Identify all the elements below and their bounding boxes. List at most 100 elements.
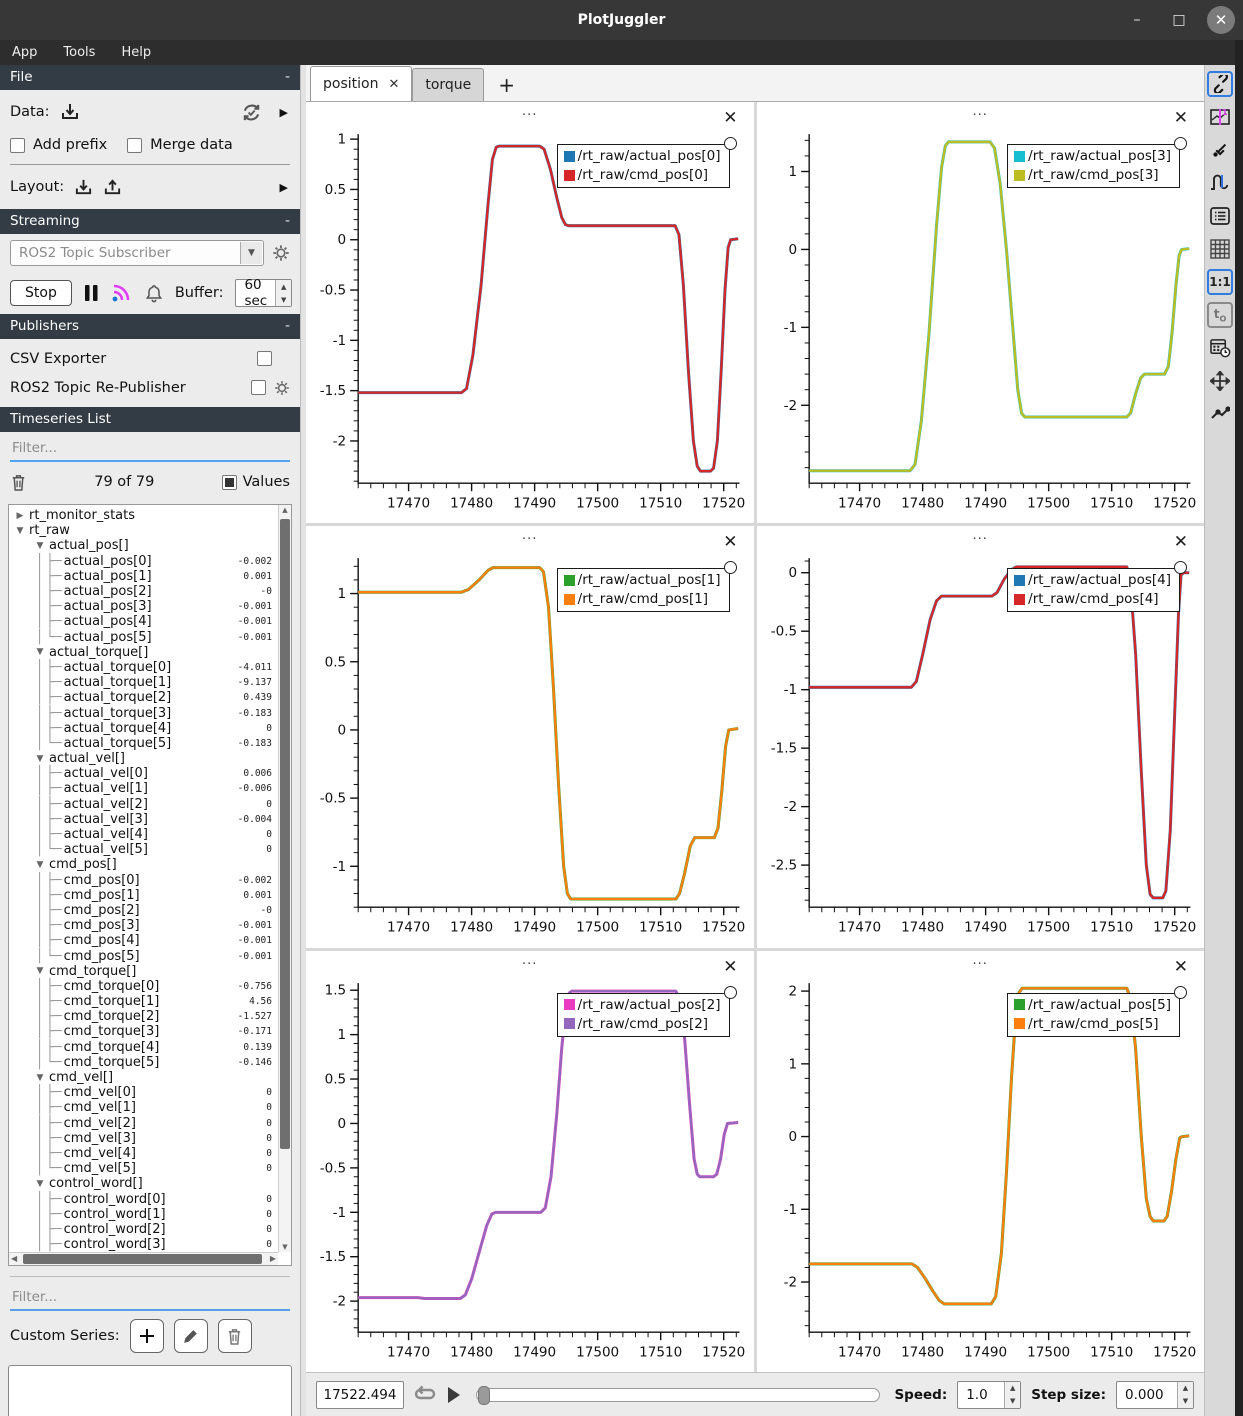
publishers-section-header[interactable]: Publishers -	[0, 314, 300, 339]
tree-row[interactable]: │├─actual_torque[0]-4.011	[9, 660, 278, 675]
legend-entry[interactable]: /rt_raw/cmd_pos[1]	[564, 591, 721, 607]
tree-label[interactable]: actual_pos[2]	[62, 584, 152, 599]
tree-row[interactable]: │├─actual_vel[0]0.006	[9, 766, 278, 781]
plot-2[interactable]: 10-1-2174701748017490175001751017520...✕…	[757, 102, 1205, 523]
collapse-icon[interactable]: ▼	[33, 966, 47, 976]
tree-label[interactable]: cmd_pos[4]	[62, 933, 140, 948]
tree-row[interactable]: │├─cmd_torque[0]-0.756	[9, 979, 278, 994]
plot-close-icon[interactable]: ✕	[723, 534, 737, 551]
plot-menu-dots[interactable]: ...	[306, 528, 754, 543]
buffer-spinbox[interactable]: 60 sec ▲▼	[235, 279, 292, 307]
plot-close-icon[interactable]: ✕	[1174, 534, 1188, 551]
tree-label[interactable]: control_word[0]	[62, 1192, 166, 1207]
plot-legend[interactable]: /rt_raw/actual_pos[3]/rt_raw/cmd_pos[3]	[1007, 144, 1180, 188]
tree-row[interactable]: │├─cmd_vel[3]0	[9, 1131, 278, 1146]
step-size-spinbox[interactable]: 0.000 ▲▼	[1116, 1381, 1194, 1409]
tree-label[interactable]: control_word[3]	[62, 1237, 166, 1252]
tree-row[interactable]: │├─actual_pos[4]-0.001	[9, 614, 278, 629]
plot-close-icon[interactable]: ✕	[1174, 110, 1188, 127]
plot-legend[interactable]: /rt_raw/actual_pos[0]/rt_raw/cmd_pos[0]	[557, 144, 730, 188]
tree-row[interactable]: │└─cmd_torque[5]-0.146	[9, 1055, 278, 1070]
tree-row[interactable]: │├─cmd_torque[3]-0.171	[9, 1024, 278, 1039]
legend-entry[interactable]: /rt_raw/actual_pos[4]	[1014, 572, 1171, 588]
tab-position[interactable]: position ✕	[310, 66, 412, 101]
tree-label[interactable]: actual_vel[4]	[62, 827, 148, 842]
tree-row[interactable]: │└─actual_vel[5]0	[9, 842, 278, 857]
tree-row[interactable]: │├─cmd_pos[3]-0.001	[9, 918, 278, 933]
plot-close-icon[interactable]: ✕	[723, 959, 737, 976]
legend-detach-handle[interactable]	[1174, 137, 1187, 150]
plot-menu-dots[interactable]: ...	[757, 528, 1205, 543]
tree-row[interactable]: ▼cmd_pos[]	[9, 857, 278, 872]
tree-label[interactable]: cmd_pos[]	[47, 857, 117, 872]
tree-label[interactable]: cmd_torque[]	[47, 964, 136, 979]
tree-label[interactable]: cmd_torque[2]	[62, 1009, 160, 1024]
tree-row[interactable]: │├─control_word[3]0	[9, 1237, 278, 1252]
grid-view-icon[interactable]	[1207, 236, 1233, 262]
tree-row[interactable]: ▼actual_torque[]	[9, 645, 278, 660]
menu-app[interactable]: App	[12, 45, 37, 60]
tree-label[interactable]: actual_torque[3]	[62, 706, 172, 721]
tree-row[interactable]: │├─actual_pos[2]-0	[9, 584, 278, 599]
legend-entry[interactable]: /rt_raw/cmd_pos[2]	[564, 1016, 721, 1032]
tree-row[interactable]: │├─actual_pos[0]-0.002	[9, 554, 278, 569]
tree-row[interactable]: │├─actual_vel[4]0	[9, 827, 278, 842]
tree-row[interactable]: │├─cmd_torque[1]4.56	[9, 994, 278, 1009]
tree-label[interactable]: cmd_torque[5]	[62, 1055, 160, 1070]
tree-row[interactable]: │├─actual_torque[1]-9.137	[9, 675, 278, 690]
current-time-field[interactable]: 17522.494	[316, 1381, 404, 1409]
collapse-icon[interactable]: ▼	[33, 1073, 47, 1083]
tree-label[interactable]: actual_torque[1]	[62, 675, 172, 690]
clear-list-trash-icon[interactable]	[10, 473, 27, 492]
streaming-settings-gear-icon[interactable]	[272, 244, 290, 262]
tree-row[interactable]: ▼rt_raw	[9, 523, 278, 538]
tree-label[interactable]: actual_pos[0]	[62, 554, 152, 569]
ratio-1-1-icon[interactable]: 1:1	[1207, 269, 1233, 295]
tree-label[interactable]: cmd_vel[3]	[62, 1131, 136, 1146]
plot-legend[interactable]: /rt_raw/actual_pos[1]/rt_raw/cmd_pos[1]	[557, 568, 730, 612]
tree-row[interactable]: │├─actual_pos[3]-0.001	[9, 599, 278, 614]
tree-label[interactable]: cmd_pos[0]	[62, 873, 140, 888]
legend-entry[interactable]: /rt_raw/cmd_pos[5]	[1014, 1016, 1171, 1032]
timeline-slider-handle[interactable]	[478, 1386, 490, 1405]
delete-custom-series-button[interactable]	[218, 1319, 252, 1353]
tree-label[interactable]: actual_torque[4]	[62, 721, 172, 736]
tree-horizontal-scrollbar[interactable]: ◀▶	[9, 1252, 278, 1265]
pan-view-icon[interactable]	[1207, 368, 1233, 394]
tree-label[interactable]: actual_pos[]	[47, 538, 129, 553]
maximize-button[interactable]: □	[1165, 6, 1193, 34]
custom-series-list[interactable]	[8, 1365, 292, 1416]
menu-tools[interactable]: Tools	[63, 45, 95, 60]
layout-menu-arrow-icon[interactable]: ▶	[280, 181, 290, 194]
plot-1[interactable]: 10.50-0.5-1-1.5-217470174801749017500175…	[306, 102, 754, 523]
tree-vertical-scrollbar[interactable]: ▲▼	[278, 505, 291, 1252]
spin-down-icon[interactable]: ▼	[1178, 1395, 1193, 1408]
tree-row[interactable]: │├─cmd_torque[2]-1.527	[9, 1009, 278, 1024]
timeseries-filter-input[interactable]: Filter...	[10, 438, 290, 462]
tree-label[interactable]: actual_pos[1]	[62, 569, 152, 584]
tree-label[interactable]: cmd_pos[2]	[62, 903, 140, 918]
legend-entry[interactable]: /rt_raw/actual_pos[3]	[1014, 148, 1171, 164]
expand-icon[interactable]: ▶	[13, 511, 27, 521]
tree-label[interactable]: cmd_vel[]	[47, 1070, 113, 1085]
tree-label[interactable]: actual_vel[1]	[62, 781, 148, 796]
legend-entry[interactable]: /rt_raw/actual_pos[2]	[564, 997, 721, 1013]
tree-label[interactable]: cmd_pos[3]	[62, 918, 140, 933]
save-layout-icon[interactable]	[103, 178, 122, 197]
tree-row[interactable]: │├─actual_vel[2]0	[9, 797, 278, 812]
add-tab-button[interactable]: +	[484, 73, 529, 97]
tree-row[interactable]: │├─cmd_vel[1]0	[9, 1100, 278, 1115]
plot-menu-dots[interactable]: ...	[306, 104, 754, 119]
tree-row[interactable]: │├─actual_torque[4]0	[9, 721, 278, 736]
ros2-republisher-checkbox[interactable]	[251, 380, 266, 395]
tree-row[interactable]: ▼cmd_torque[]	[9, 964, 278, 979]
streaming-section-header[interactable]: Streaming -	[0, 209, 300, 234]
tree-label[interactable]: actual_vel[2]	[62, 797, 148, 812]
notifications-bell-icon[interactable]	[145, 284, 163, 303]
tree-label[interactable]: actual_pos[3]	[62, 599, 152, 614]
legend-entry[interactable]: /rt_raw/actual_pos[5]	[1014, 997, 1171, 1013]
tree-label[interactable]: cmd_torque[1]	[62, 994, 160, 1009]
tree-label[interactable]: actual_torque[5]	[62, 736, 172, 751]
tree-label[interactable]: cmd_torque[0]	[62, 979, 160, 994]
custom-series-filter-input[interactable]: Filter...	[10, 1287, 290, 1311]
